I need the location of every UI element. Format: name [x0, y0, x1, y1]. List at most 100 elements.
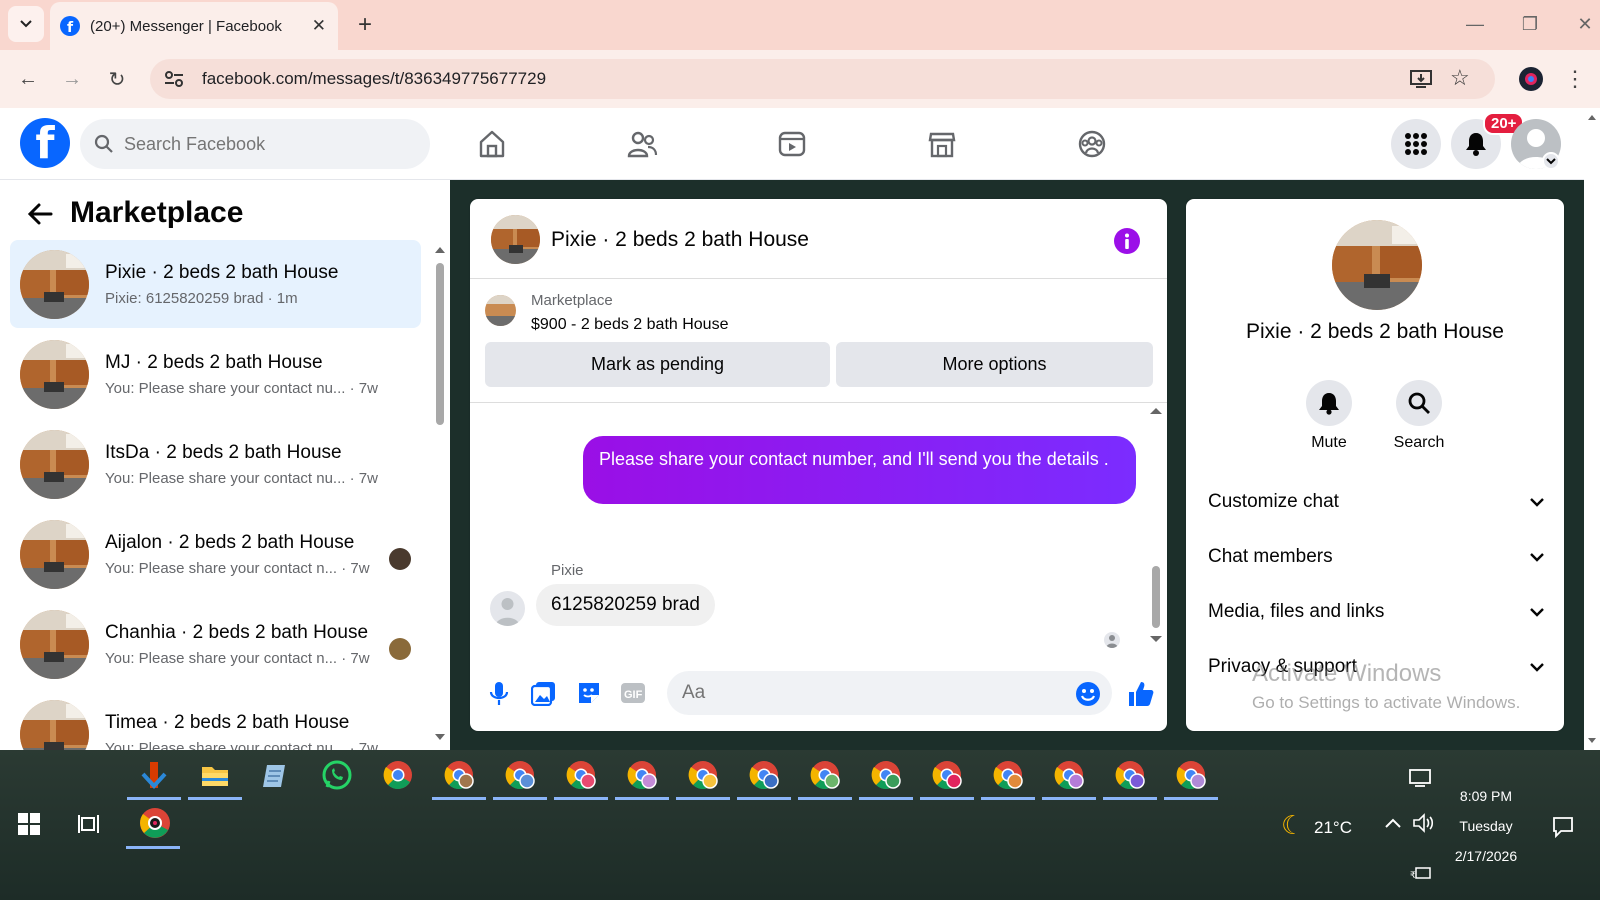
message-scrollbar[interactable]: [1149, 406, 1163, 646]
conversation-item[interactable]: Aijalon · 2 beds 2 bath House You: Please…: [10, 510, 421, 598]
address-bar[interactable]: facebook.com/messages/t/836349775677729 …: [150, 59, 1495, 99]
running-app-indicator: [859, 797, 913, 800]
bookmark-star-icon[interactable]: ☆: [1450, 65, 1470, 91]
running-app-indicator: [1042, 797, 1096, 800]
incoming-message[interactable]: 6125820259 brad: [536, 584, 715, 626]
back-icon[interactable]: ←: [13, 64, 43, 94]
chevron-up-icon[interactable]: [1384, 816, 1402, 830]
chat-members-row[interactable]: Chat members: [1208, 537, 1544, 577]
chrome-profile-taskbar-icon[interactable]: [1048, 754, 1090, 796]
clock-date[interactable]: 2/17/2026: [1441, 848, 1531, 864]
new-tab-button[interactable]: +: [350, 10, 380, 40]
weather-moon-icon[interactable]: ☾: [1281, 810, 1304, 841]
svg-text:GIF: GIF: [624, 689, 643, 701]
info-icon[interactable]: [1113, 227, 1141, 255]
sender-avatar[interactable]: [490, 591, 525, 626]
marketplace-nav-icon[interactable]: [920, 122, 964, 166]
chrome-profile-taskbar-icon[interactable]: [804, 754, 846, 796]
back-arrow-icon[interactable]: [27, 202, 53, 226]
chrome-profile-taskbar-icon[interactable]: [499, 754, 541, 796]
friends-nav-icon[interactable]: [620, 122, 664, 166]
conversation-item[interactable]: Pixie · 2 beds 2 bath House Pixie: 612582…: [10, 240, 421, 328]
tab-search-button[interactable]: [8, 6, 44, 42]
more-options-button[interactable]: More options: [836, 342, 1153, 387]
facebook-logo[interactable]: f: [20, 118, 70, 169]
mark-pending-button[interactable]: Mark as pending: [485, 342, 830, 387]
chrome-profile-taskbar-icon[interactable]: [743, 754, 785, 796]
customize-chat-row[interactable]: Customize chat: [1208, 482, 1544, 522]
chrome-profile-taskbar-icon[interactable]: [438, 754, 480, 796]
clock-time[interactable]: 8:09 PM: [1446, 788, 1526, 804]
activation-watermark-subtitle: Go to Settings to activate Windows.: [1252, 693, 1521, 712]
account-chevron-icon[interactable]: [1542, 152, 1560, 170]
chrome-running-app[interactable]: [138, 806, 172, 840]
chrome-profile-taskbar-icon[interactable]: [987, 754, 1029, 796]
section-label: Customize chat: [1208, 491, 1339, 512]
chrome-profile-taskbar-icon[interactable]: [560, 754, 602, 796]
page-scrollbar[interactable]: [1584, 108, 1600, 750]
conversation-name: Aijalon · 2 beds 2 bath House: [105, 531, 355, 553]
notepad-taskbar-icon[interactable]: [255, 754, 297, 796]
home-nav-icon[interactable]: [470, 122, 514, 166]
chrome-profile-taskbar-icon[interactable]: [865, 754, 907, 796]
volume-icon[interactable]: [1412, 813, 1436, 833]
media-files-links-row[interactable]: Media, files and links: [1208, 592, 1544, 632]
chrome-profile-taskbar-icon[interactable]: [377, 754, 419, 796]
video-nav-icon[interactable]: [770, 122, 814, 166]
forward-icon[interactable]: →: [57, 64, 87, 94]
thumbs-up-icon[interactable]: [1125, 679, 1155, 709]
search-input[interactable]: [124, 133, 404, 155]
microphone-icon[interactable]: [488, 680, 510, 708]
tab-close-icon[interactable]: ✕: [312, 16, 326, 36]
snippet-text: Pixie: 6125820259 brad · 1m: [105, 289, 298, 307]
chrome-profile-taskbar-icon[interactable]: [621, 754, 663, 796]
notification-center-icon[interactable]: [1552, 816, 1574, 838]
app-installer-taskbar-icon[interactable]: [133, 754, 175, 796]
browser-menu-icon[interactable]: ⋮: [1560, 64, 1590, 94]
message-input[interactable]: [682, 682, 1042, 704]
reload-icon[interactable]: ↻: [102, 64, 132, 94]
input-indicator-icon[interactable]: ₹: [1410, 866, 1432, 880]
chrome-profile-taskbar-icon[interactable]: [1109, 754, 1151, 796]
chat-avatar[interactable]: [491, 215, 540, 264]
running-app-indicator: [920, 797, 974, 800]
chrome-profile-taskbar-icon[interactable]: [926, 754, 968, 796]
chrome-profile-taskbar-icon[interactable]: [1170, 754, 1212, 796]
task-view-icon[interactable]: [78, 813, 102, 835]
chat-list-scrollbar[interactable]: [434, 245, 446, 745]
sticker-icon[interactable]: [576, 680, 602, 706]
clock-day[interactable]: Tuesday: [1446, 818, 1526, 834]
outgoing-message[interactable]: Please share your contact number, and I'…: [583, 436, 1136, 504]
network-display-icon[interactable]: [1409, 768, 1433, 788]
whatsapp-taskbar-icon[interactable]: [316, 754, 358, 796]
listing-thumbnail[interactable]: [485, 295, 516, 326]
message-composer[interactable]: [667, 671, 1112, 715]
conversation-item[interactable]: MJ · 2 beds 2 bath House You: Please shar…: [10, 330, 421, 418]
site-info-icon[interactable]: [164, 70, 184, 88]
conversation-thumbnail: [20, 519, 89, 589]
restore-icon[interactable]: ❐: [1518, 12, 1542, 36]
info-avatar[interactable]: [1332, 220, 1422, 310]
chat-title[interactable]: Pixie · 2 beds 2 bath House: [551, 228, 809, 252]
listing-price[interactable]: $900 - 2 beds 2 bath House: [531, 316, 728, 334]
install-app-icon[interactable]: [1410, 69, 1432, 89]
running-app-indicator: [798, 797, 852, 800]
close-window-icon[interactable]: ✕: [1573, 12, 1597, 36]
gif-icon[interactable]: GIF: [620, 681, 646, 705]
windows-start-icon[interactable]: [18, 813, 40, 835]
search-conversation-button[interactable]: [1396, 380, 1442, 426]
browser-tab[interactable]: f (20+) Messenger | Facebook ✕: [50, 2, 338, 50]
chrome-profile-taskbar-icon[interactable]: [682, 754, 724, 796]
conversation-item[interactable]: ItsDa · 2 beds 2 bath House You: Please s…: [10, 420, 421, 508]
file-explorer-taskbar-icon[interactable]: [194, 754, 236, 796]
minimize-icon[interactable]: —: [1463, 12, 1487, 36]
profile-avatar-icon[interactable]: [1518, 66, 1544, 92]
photo-icon[interactable]: [531, 680, 557, 706]
emoji-icon[interactable]: [1075, 681, 1101, 707]
weather-temperature[interactable]: 21°C: [1314, 818, 1352, 838]
menu-grid-button[interactable]: [1391, 119, 1441, 169]
groups-nav-icon[interactable]: [1070, 122, 1114, 166]
conversation-item[interactable]: Chanhia · 2 beds 2 bath House You: Please…: [10, 600, 421, 688]
facebook-search[interactable]: [80, 119, 430, 169]
mute-button[interactable]: [1306, 380, 1352, 426]
